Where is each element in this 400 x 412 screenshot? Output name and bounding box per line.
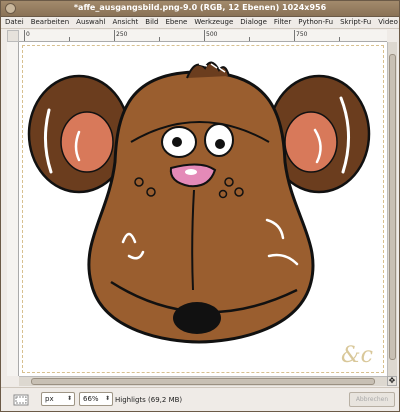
unit-select[interactable]: px ⬍ bbox=[41, 392, 75, 406]
horizontal-scrollbar[interactable] bbox=[19, 376, 387, 386]
image-canvas[interactable]: &c bbox=[19, 42, 387, 376]
window-title: *affe_ausgangsbild.png-9.0 (RGB, 12 Eben… bbox=[73, 3, 327, 12]
quickmask-icon[interactable] bbox=[13, 394, 29, 406]
menu-video[interactable]: Video bbox=[374, 17, 399, 26]
menu-python-fu[interactable]: Python-Fu bbox=[294, 17, 336, 26]
layer-info: Highligts (69,2 MB) bbox=[115, 396, 183, 404]
menu-werkzeuge[interactable]: Werkzeuge bbox=[190, 17, 236, 26]
menu-filter[interactable]: Filter bbox=[270, 17, 294, 26]
zoom-value: 66% bbox=[83, 395, 99, 403]
gimp-image-window: *affe_ausgangsbild.png-9.0 (RGB, 12 Eben… bbox=[0, 0, 400, 412]
ruler-tick bbox=[69, 37, 70, 41]
ruler-label: 0 bbox=[26, 31, 30, 38]
ruler-label: 250 bbox=[116, 31, 128, 38]
vertical-scrollbar-thumb[interactable] bbox=[389, 54, 396, 360]
menu-skript-fu[interactable]: Skript-Fu bbox=[336, 17, 374, 26]
navigate-icon[interactable]: ✥ bbox=[387, 376, 397, 386]
ruler-tick bbox=[114, 30, 115, 41]
zoom-select[interactable]: 66% ⬍ bbox=[79, 392, 113, 406]
menu-ansicht[interactable]: Ansicht bbox=[108, 17, 141, 26]
menu-bild[interactable]: Bild bbox=[141, 17, 161, 26]
unit-value: px bbox=[45, 395, 54, 403]
ruler-tick bbox=[249, 37, 250, 41]
horizontal-ruler[interactable]: 0 250 500 750 bbox=[19, 30, 387, 42]
horizontal-scrollbar-thumb[interactable] bbox=[31, 378, 375, 385]
menu-ebene[interactable]: Ebene bbox=[161, 17, 190, 26]
chevron-down-icon: ⬍ bbox=[66, 395, 72, 402]
ruler-tick bbox=[24, 30, 25, 41]
image-boundary bbox=[22, 45, 384, 373]
ruler-label: 500 bbox=[206, 31, 218, 38]
vertical-scrollbar[interactable] bbox=[387, 42, 397, 376]
chevron-down-icon: ⬍ bbox=[104, 395, 110, 402]
menu-bearbeiten[interactable]: Bearbeiten bbox=[27, 17, 72, 26]
ruler-tick bbox=[204, 30, 205, 41]
ruler-tick bbox=[294, 30, 295, 41]
status-bar: px ⬍ 66% ⬍ Highligts (69,2 MB) Abbrechen bbox=[1, 387, 399, 411]
menu-dialoge[interactable]: Dialoge bbox=[236, 17, 270, 26]
ruler-label: 750 bbox=[296, 31, 308, 38]
ruler-tick bbox=[339, 37, 340, 41]
menu-datei[interactable]: Datei bbox=[1, 17, 27, 26]
title-bar[interactable]: *affe_ausgangsbild.png-9.0 (RGB, 12 Eben… bbox=[1, 1, 399, 17]
vertical-ruler[interactable] bbox=[7, 42, 19, 376]
menu-auswahl[interactable]: Auswahl bbox=[72, 17, 108, 26]
ruler-tick bbox=[159, 37, 160, 41]
cancel-button[interactable]: Abbrechen bbox=[349, 392, 395, 407]
menu-bar: Datei Bearbeiten Auswahl Ansicht Bild Ebene We… bbox=[1, 17, 399, 29]
ruler-corner-button[interactable] bbox=[7, 30, 19, 42]
